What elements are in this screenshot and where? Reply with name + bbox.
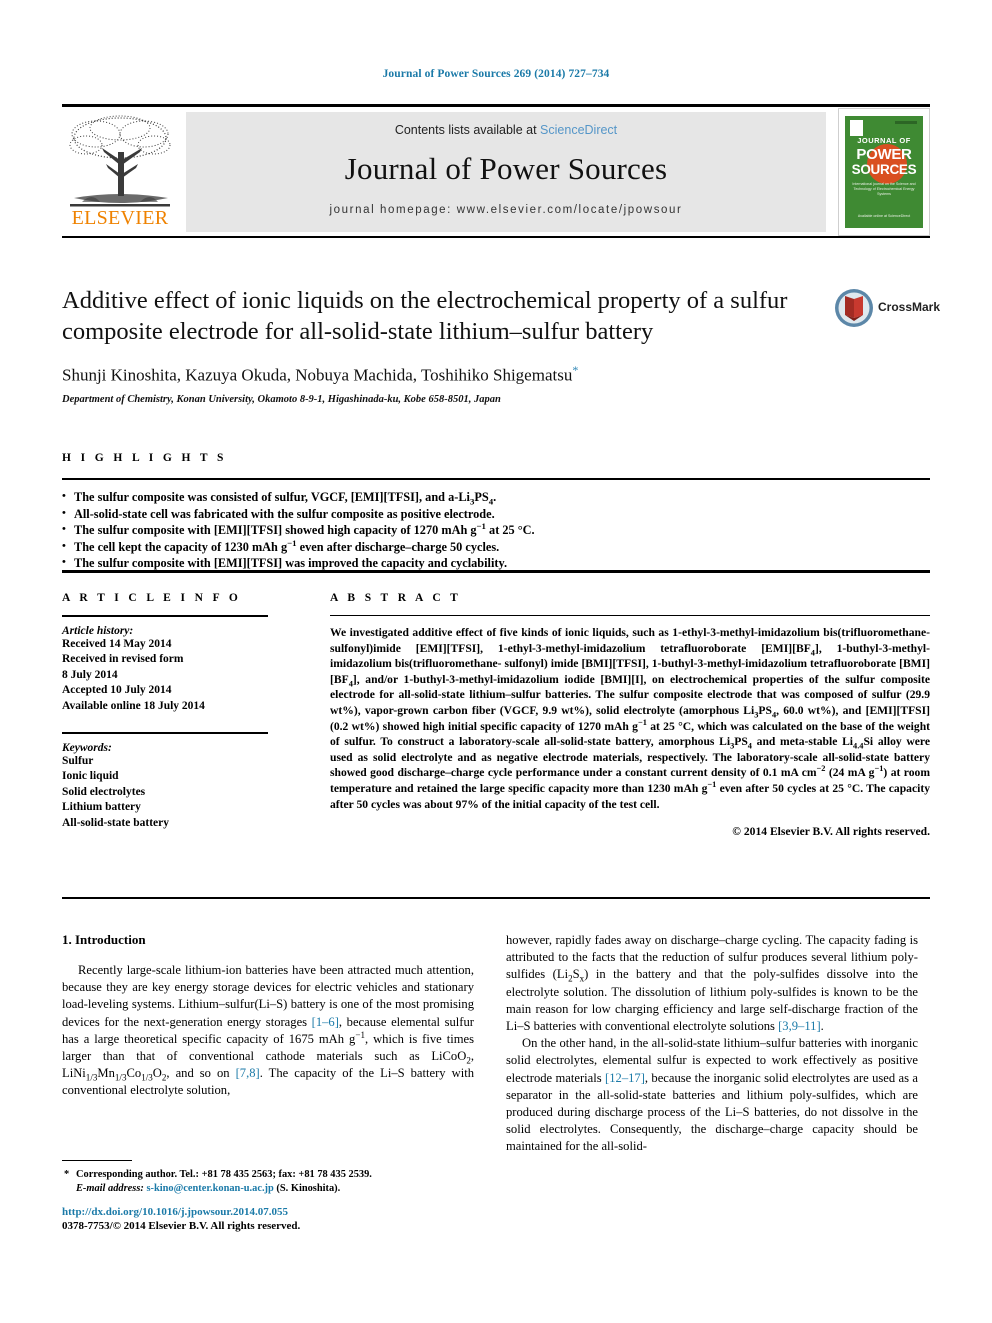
cover-footer: Available online at ScienceDirect (857, 214, 911, 218)
highlight-item: All-solid-state cell was fabricated with… (62, 505, 930, 523)
history-item: Received 14 May 2014 (62, 638, 172, 650)
section-heading-introduction: 1. Introduction (62, 932, 146, 947)
citation-link[interactable]: [7,8] (236, 1066, 260, 1080)
citation-link[interactable]: [12–17] (605, 1071, 645, 1085)
keyword-item: Lithium battery (62, 801, 141, 814)
crossmark-label: CrossMark (878, 300, 941, 314)
cover-line3: SOURCES (851, 162, 917, 177)
highlight-item: The cell kept the capacity of 1230 mAh g… (62, 538, 930, 556)
highlight-item: The sulfur composite was consisted of su… (62, 488, 930, 506)
cover-elsevier-badge-icon (850, 120, 863, 136)
abstract-copyright: © 2014 Elsevier B.V. All rights reserved… (732, 825, 930, 839)
history-item: 8 July 2014 (62, 668, 118, 681)
elsevier-tree-icon (69, 115, 171, 207)
journal-cover-thumbnail: JOURNAL OF POWER SOURCES International j… (838, 108, 930, 236)
running-head: Journal of Power Sources 269 (2014) 727–… (382, 68, 610, 80)
journal-title-band: Contents lists available at ScienceDirec… (186, 112, 826, 232)
highlights-heading: H I G H L I G H T S (62, 452, 227, 464)
citation-link[interactable]: [1–6] (312, 1015, 339, 1029)
article-history-label: Article history: (62, 625, 134, 637)
highlights-section: H I G H L I G H T S The sulfur composite… (62, 452, 930, 572)
doi-link[interactable]: http://dx.doi.org/10.1016/j.jpowsour.201… (62, 1206, 562, 1218)
page-footer: http://dx.doi.org/10.1016/j.jpowsour.201… (62, 1206, 562, 1232)
keyword-item: All-solid-state battery (62, 816, 169, 829)
author-list: Shunji Kinoshita, Kazuya Okuda, Nobuya M… (62, 363, 930, 386)
abstract-bottom-rule (62, 897, 930, 899)
intro-paragraph-1: Recently large-scale lithium-ion batteri… (62, 963, 474, 1098)
abstract-body: We investigated additive effect of five … (330, 626, 931, 811)
footnote-star-icon: * (64, 1169, 70, 1180)
history-item: Available online 18 July 2014 (62, 699, 205, 712)
cover-barcode-icon (895, 121, 917, 124)
keywords-label: Keywords: (62, 742, 112, 755)
email-owner: (S. Kinoshita). (276, 1183, 341, 1194)
title-block: Additive effect of ionic liquids on the … (62, 285, 940, 405)
abstract-column: A B S T R A C T We investigated additive… (330, 592, 930, 838)
email-note: E-mail address: s-kino@center.konan-u.ac… (62, 1182, 474, 1196)
masthead-bottom-rule (62, 236, 930, 238)
article-info-column: A R T I C L E I N F O Article history: R… (62, 592, 292, 831)
corresponding-author-marker[interactable]: * (572, 363, 578, 377)
sciencedirect-link[interactable]: ScienceDirect (540, 123, 617, 137)
journal-name: Journal of Power Sources (344, 151, 668, 186)
cover-line2: POWER (856, 146, 912, 163)
keyword-item: Ionic liquid (62, 770, 119, 783)
article-info-heading: A R T I C L E I N F O (62, 592, 242, 604)
keyword-item: Solid electrolytes (62, 785, 146, 798)
crossmark-icon (835, 289, 873, 327)
corresponding-author-text: Corresponding author. Tel.: +81 78 435 2… (76, 1169, 372, 1180)
keyword-item: Sulfur (62, 755, 94, 768)
info-section-top-rule (62, 570, 930, 573)
abstract-heading: A B S T R A C T (330, 592, 462, 604)
email-link[interactable]: s-kino@center.konan-u.ac.jp (146, 1183, 273, 1194)
corresponding-author-note: * Corresponding author. Tel.: +81 78 435… (62, 1168, 474, 1182)
abstract-rule (330, 615, 930, 616)
authors-text: Shunji Kinoshita, Kazuya Okuda, Nobuya M… (62, 365, 573, 385)
journal-homepage[interactable]: journal homepage: www.elsevier.com/locat… (186, 204, 826, 216)
contents-prefix: Contents lists available at (394, 123, 537, 137)
intro-paragraph-2: however, rapidly fades away on discharge… (506, 933, 919, 1034)
footnote-rule (62, 1160, 132, 1161)
crossmark-badge[interactable]: CrossMark (834, 288, 940, 334)
highlights-rule (62, 478, 930, 480)
journal-masthead: ELSEVIER Contents lists available at Sci… (62, 104, 930, 238)
issn-copyright: 0378-7753/© 2014 Elsevier B.V. All right… (62, 1220, 301, 1232)
body-column-right: however, rapidly fades away on discharge… (506, 932, 918, 1156)
keywords-rule (62, 732, 268, 735)
highlights-list: The sulfur composite was consisted of su… (62, 488, 930, 572)
contents-line: Contents lists available at ScienceDirec… (186, 123, 826, 137)
body-column-left: 1. Introduction Recently large-scale lit… (62, 932, 474, 1100)
cover-art: JOURNAL OF POWER SOURCES International j… (845, 116, 923, 228)
masthead-top-rule (62, 104, 930, 107)
elsevier-wordmark: ELSEVIER (71, 207, 169, 229)
page-title: Additive effect of ionic liquids on the … (62, 287, 788, 345)
history-item: Received in revised form (62, 653, 184, 666)
email-label: E-mail address: (76, 1183, 144, 1194)
footnote-block: * Corresponding author. Tel.: +81 78 435… (62, 1160, 474, 1196)
elsevier-logo: ELSEVIER (62, 112, 178, 232)
paper-page: Journal of Power Sources 269 (2014) 727–… (0, 0, 992, 1323)
article-info-rule (62, 615, 268, 617)
affiliation: Department of Chemistry, Konan Universit… (62, 393, 501, 405)
highlight-item: The sulfur composite with [EMI][TFSI] sh… (62, 521, 930, 539)
intro-paragraph-3: On the other hand, in the all-solid-stat… (506, 1036, 918, 1154)
citation-link[interactable]: [3,9–11] (778, 1019, 821, 1033)
cover-subtitle: International journal on the Science and… (852, 182, 916, 196)
history-item: Accepted 10 July 2014 (62, 684, 172, 697)
